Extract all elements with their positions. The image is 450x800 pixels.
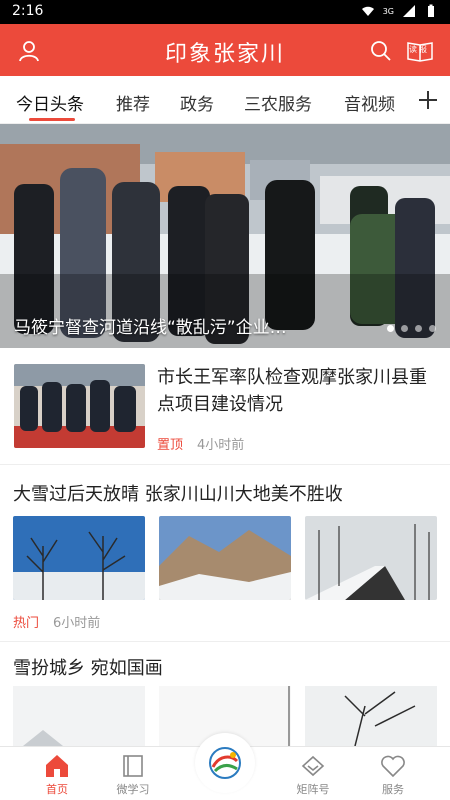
news-title: 市长王军率队检查观摩张家川县重点项目建设情况 bbox=[157, 367, 427, 415]
news-time: 6小时前 bbox=[53, 616, 101, 631]
hero-dot bbox=[415, 325, 422, 332]
news-image bbox=[305, 516, 437, 600]
status-icons: 3G bbox=[361, 4, 438, 18]
hero-caption: 马筱宁督查河道沿线“散乱污”企业… bbox=[14, 318, 287, 338]
pinned-tag: 置顶 bbox=[157, 438, 184, 453]
news-image bbox=[159, 516, 291, 600]
news-thumbnail bbox=[14, 364, 145, 448]
nav-label: 服务 bbox=[382, 783, 404, 796]
news-item[interactable]: 大雪过后天放晴 张家川山川大地美不胜收 热门 6小时前 bbox=[0, 466, 450, 642]
search-button[interactable] bbox=[368, 38, 394, 64]
news-item[interactable]: 市长王军率队检查观摩张家川县重点项目建设情况 置顶 4小时前 bbox=[0, 348, 450, 465]
news-title: 大雪过后天放晴 张家川山川大地美不胜收 bbox=[13, 484, 343, 505]
tab-government[interactable]: 政务 bbox=[180, 90, 214, 115]
bottom-nav: 首页 微学习 矩阵号 服务 bbox=[0, 733, 450, 800]
nav-micro-learning[interactable]: 微学习 bbox=[98, 753, 168, 797]
hero-dot bbox=[401, 325, 408, 332]
nav-label: 首页 bbox=[46, 783, 68, 796]
news-time: 4小时前 bbox=[197, 438, 245, 453]
signal-icon bbox=[403, 5, 415, 17]
nav-services[interactable]: 服务 bbox=[358, 753, 428, 797]
news-item[interactable]: 雪扮城乡 宛如国画 bbox=[0, 642, 450, 746]
hero-pagination bbox=[387, 325, 436, 332]
nav-label: 微学习 bbox=[116, 783, 150, 796]
news-image bbox=[305, 686, 437, 746]
tab-recommended[interactable]: 推荐 bbox=[116, 90, 150, 115]
home-icon bbox=[46, 755, 68, 777]
news-image bbox=[13, 686, 145, 746]
hot-tag: 热门 bbox=[13, 616, 40, 631]
newspaper-button[interactable]: 读报 bbox=[406, 38, 434, 64]
nav-center-button[interactable] bbox=[195, 733, 255, 793]
nav-matrix[interactable]: 矩阵号 bbox=[278, 753, 348, 797]
wifi-icon bbox=[361, 6, 374, 16]
add-tab-icon[interactable] bbox=[416, 86, 440, 114]
nav-home[interactable]: 首页 bbox=[22, 753, 92, 797]
heart-icon bbox=[381, 755, 405, 778]
read-label: 读报 bbox=[409, 45, 429, 54]
hero-dot bbox=[387, 325, 394, 332]
tab-audio-video[interactable]: 音视频 bbox=[344, 90, 395, 115]
tab-today-headlines[interactable]: 今日头条 bbox=[16, 90, 84, 115]
tab-agriculture-services[interactable]: 三农服务 bbox=[244, 90, 312, 115]
hero-banner[interactable]: 马筱宁督查河道沿线“散乱污”企业… bbox=[0, 124, 450, 348]
status-time: 2:16 bbox=[12, 3, 44, 19]
center-logo-icon bbox=[209, 747, 241, 779]
battery-icon bbox=[428, 4, 434, 17]
nav-label: 矩阵号 bbox=[296, 783, 330, 796]
search-icon bbox=[371, 41, 391, 61]
category-tabs: 今日头条 推荐 政务 三农服务 音视频 bbox=[0, 76, 450, 124]
diamond-icon bbox=[301, 755, 325, 777]
news-title: 雪扮城乡 宛如国画 bbox=[13, 658, 163, 679]
book-icon bbox=[123, 755, 143, 777]
app-header: 印象张家川 读报 bbox=[0, 24, 450, 76]
news-image bbox=[13, 516, 145, 600]
status-bar: 2:16 3G bbox=[0, 0, 450, 24]
active-tab-indicator bbox=[29, 118, 75, 121]
network-label: 3G bbox=[382, 6, 394, 16]
hero-dot bbox=[429, 325, 436, 332]
